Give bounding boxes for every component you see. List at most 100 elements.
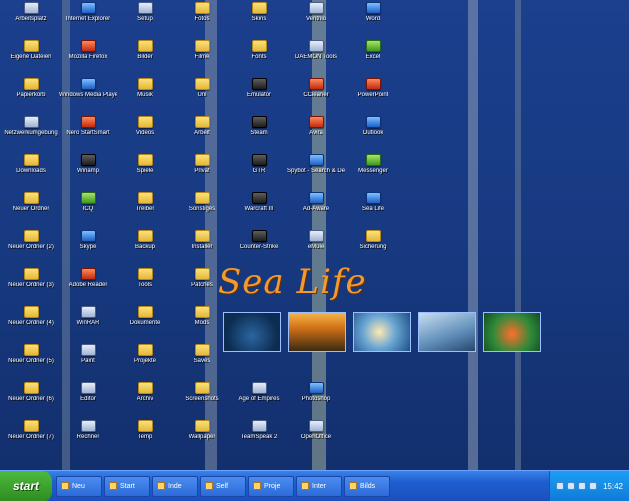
volume-icon[interactable] — [566, 482, 575, 490]
application-icon — [23, 116, 39, 128]
desktop-icon[interactable]: Internet Explorer — [59, 2, 117, 38]
desktop-icon[interactable]: Neuer Ordner (4) — [2, 306, 60, 342]
desktop-icon[interactable]: Windows Media Player — [59, 78, 117, 114]
desktop-icon[interactable]: Fotos — [173, 2, 231, 38]
desktop-icon[interactable]: Wallpaper — [173, 420, 231, 456]
desktop-icon[interactable]: Ad-Aware — [287, 192, 345, 228]
network-icon[interactable] — [555, 482, 564, 490]
desktop-icon-label: Netzwerkumgebung — [4, 130, 58, 136]
desktop-icon[interactable]: Eigene Dateien — [2, 40, 60, 76]
desktop-icon[interactable]: Counter-Strike — [230, 230, 288, 266]
desktop-icon[interactable]: ICQ — [59, 192, 117, 228]
clownfish-thumbnail[interactable] — [483, 312, 541, 352]
desktop-icon[interactable]: Installer — [173, 230, 231, 266]
desktop-icon[interactable]: Skins — [230, 2, 288, 38]
messenger-icon[interactable] — [588, 482, 597, 490]
desktop-icon[interactable]: Winamp — [59, 154, 117, 190]
desktop-icon[interactable]: Sea Life — [344, 192, 402, 228]
desktop-icon[interactable]: Sonstiges — [173, 192, 231, 228]
start-button[interactable]: start — [0, 470, 52, 501]
taskbar-button[interactable]: Neu — [56, 475, 102, 497]
desktop-icon[interactable]: Spybot - Search & Destroy — [287, 154, 345, 190]
desktop-icon[interactable]: Temp — [116, 420, 174, 456]
desktop-icon[interactable]: Backup — [116, 230, 174, 266]
desktop-icon[interactable]: Screenshots — [173, 382, 231, 418]
folder-icon — [194, 420, 210, 432]
taskbar-button[interactable]: Bilds — [344, 475, 390, 497]
desktop-icon[interactable]: Warcraft III — [230, 192, 288, 228]
desktop-icon[interactable]: Netzwerkumgebung — [2, 116, 60, 152]
pufferfish-thumbnail[interactable] — [353, 312, 411, 352]
desktop-icon-label: Arbeitsplatz — [15, 16, 47, 22]
desktop-icon[interactable]: Neuer Ordner (6) — [2, 382, 60, 418]
desktop-icon-label: Dokumente — [129, 320, 161, 326]
desktop-icon[interactable]: Age of Empires — [230, 382, 288, 418]
taskbar-button[interactable]: Proje — [248, 475, 294, 497]
desktop-icon[interactable]: Editor — [59, 382, 117, 418]
desktop-icon[interactable]: WinRAR — [59, 306, 117, 342]
taskbar-button[interactable]: Self — [200, 475, 246, 497]
desktop-icon[interactable]: Paint — [59, 344, 117, 380]
desktop-icon[interactable]: CCleaner — [287, 78, 345, 114]
desktop-icon[interactable]: Bilder — [116, 40, 174, 76]
desktop-icon[interactable]: Neuer Ordner (7) — [2, 420, 60, 456]
desktop-icon[interactable]: Rechner — [59, 420, 117, 456]
desktop-icon[interactable]: Spiele — [116, 154, 174, 190]
desktop-icon[interactable]: GTR — [230, 154, 288, 190]
desktop-icon[interactable]: Privat — [173, 154, 231, 190]
desktop-icon-label: Neuer Ordner — [12, 206, 50, 212]
desktop-icon[interactable]: Neuer Ordner (3) — [2, 268, 60, 304]
taskbar-button[interactable]: Inde — [152, 475, 198, 497]
manta-ray-thumbnail[interactable] — [223, 312, 281, 352]
antivirus-icon[interactable] — [577, 482, 586, 490]
desktop-icon[interactable]: Avira — [287, 116, 345, 152]
desktop-icon[interactable]: Uni — [173, 78, 231, 114]
desktop-icon[interactable]: Ventrilo — [287, 2, 345, 38]
desktop-icon[interactable]: Arbeit — [173, 116, 231, 152]
desktop-icon[interactable]: OpenOffice — [287, 420, 345, 456]
desktop-icon[interactable]: Word — [344, 2, 402, 38]
desktop-icon[interactable]: Archiv — [116, 382, 174, 418]
desktop-icon[interactable]: Mozilla Firefox — [59, 40, 117, 76]
desktop-icon[interactable]: Nero StartSmart — [59, 116, 117, 152]
egret-thumbnail[interactable] — [418, 312, 476, 352]
desktop-icon[interactable]: Setup — [116, 2, 174, 38]
desktop-icon[interactable]: Messenger — [344, 154, 402, 190]
desktop-icon[interactable]: Treiber — [116, 192, 174, 228]
folder-icon — [23, 344, 39, 356]
desktop-icon[interactable]: eMule — [287, 230, 345, 266]
desktop-icon[interactable]: PowerPoint — [344, 78, 402, 114]
desktop-icon[interactable]: Neuer Ordner — [2, 192, 60, 228]
palm-beach-thumbnail[interactable] — [288, 312, 346, 352]
desktop-icon[interactable]: Arbeitsplatz — [2, 2, 60, 38]
desktop-icon[interactable]: Fonts — [230, 40, 288, 76]
desktop-icon[interactable]: TeamSpeak 2 — [230, 420, 288, 456]
taskbar-button[interactable]: Start — [104, 475, 150, 497]
desktop-icon[interactable]: Neuer Ordner (2) — [2, 230, 60, 266]
desktop-icon-label: Skins — [251, 16, 267, 22]
desktop-icon[interactable]: Videos — [116, 116, 174, 152]
desktop-icon-label: Internet Explorer — [65, 16, 111, 22]
desktop-icon-label: Winamp — [76, 168, 99, 174]
desktop-icon[interactable]: Projekte — [116, 344, 174, 380]
desktop-icon[interactable]: Emulator — [230, 78, 288, 114]
desktop-icon[interactable]: Papierkorb — [2, 78, 60, 114]
desktop-icon[interactable]: Neuer Ordner (5) — [2, 344, 60, 380]
desktop-icon[interactable]: Sicherung — [344, 230, 402, 266]
clock[interactable]: 15:42 — [603, 482, 623, 491]
desktop-icon-label: Warcraft III — [244, 206, 274, 212]
desktop-icon[interactable]: Photoshop — [287, 382, 345, 418]
desktop-icon[interactable]: Dokumente — [116, 306, 174, 342]
desktop-icon[interactable]: Filme — [173, 40, 231, 76]
desktop-icon[interactable]: Tools — [116, 268, 174, 304]
taskbar-button-label: Inter — [312, 482, 327, 490]
desktop-icon[interactable]: Skype — [59, 230, 117, 266]
desktop-icon[interactable]: Adobe Reader — [59, 268, 117, 304]
desktop-icon[interactable]: Steam — [230, 116, 288, 152]
desktop-icon[interactable]: DAEMON Tools — [287, 40, 345, 76]
desktop-icon[interactable]: Musik — [116, 78, 174, 114]
desktop-icon[interactable]: Outlook — [344, 116, 402, 152]
taskbar-button[interactable]: Inter — [296, 475, 342, 497]
desktop-icon[interactable]: Excel — [344, 40, 402, 76]
desktop-icon[interactable]: Downloads — [2, 154, 60, 190]
